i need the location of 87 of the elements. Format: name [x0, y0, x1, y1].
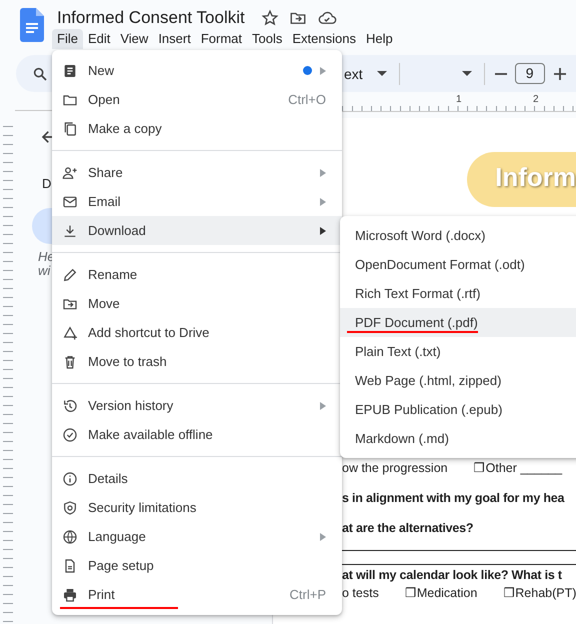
menu-bar-item[interactable]: Extensions	[287, 29, 361, 49]
download-icon	[62, 222, 78, 238]
menu-item-label: Print	[88, 587, 115, 602]
menu-item[interactable]: Print Ctrl+P	[52, 580, 342, 609]
menu-item-label: Version history	[88, 398, 174, 413]
menu-bar-item[interactable]: View	[115, 29, 154, 49]
menu-item[interactable]: Move	[52, 289, 342, 318]
menu-item-label: Make a copy	[88, 121, 162, 136]
star-icon[interactable]	[260, 9, 279, 27]
shortcut-text: Ctrl+O	[288, 92, 326, 107]
menu-item[interactable]: Add shortcut to Drive	[52, 318, 342, 347]
menu-item-label: Rename	[88, 267, 138, 282]
copy-icon	[62, 120, 78, 136]
menu-bar-item[interactable]: File	[52, 29, 83, 49]
menu-item[interactable]: New	[52, 56, 342, 85]
menu-item-label: Page setup	[88, 558, 154, 573]
menu-item[interactable]: Microsoft Word (.docx)	[340, 221, 576, 250]
menu-item[interactable]: Open Ctrl+O	[52, 85, 342, 114]
menu-bar-item[interactable]: Help	[360, 29, 398, 49]
menu-item[interactable]: Make available offline	[52, 420, 342, 449]
menu-item[interactable]: Page setup	[52, 551, 342, 580]
menu-item[interactable]: Plain Text (.txt)	[340, 337, 576, 366]
document-title[interactable]: Informed Consent Toolkit	[57, 8, 245, 28]
menu-item-label: Make available offline	[88, 427, 213, 442]
menu-item-label: Security limitations	[88, 500, 196, 515]
menu-item[interactable]: Rich Text Format (.rtf)	[340, 279, 576, 308]
menu-item[interactable]: Markdown (.md)	[340, 424, 576, 453]
question-text: s in alignment with my goal for my hea	[342, 490, 566, 507]
ruler-number: 2	[533, 94, 539, 105]
menu-item-label: Move to trash	[88, 354, 167, 369]
outline-hint-text: wi	[38, 264, 50, 278]
envelope-icon	[62, 194, 78, 210]
document-icon	[62, 62, 78, 78]
menu-item[interactable]: Web Page (.html, zipped)	[340, 366, 576, 395]
menu-item-label: New	[88, 63, 114, 78]
add-person-icon	[62, 164, 78, 180]
menu-item-label: Open	[88, 92, 120, 107]
style-dropdown[interactable]: ext	[344, 66, 363, 82]
menu-item-label: Download	[88, 223, 146, 238]
menu-item[interactable]: Security limitations	[52, 493, 342, 522]
menu-bar-item[interactable]: Insert	[153, 29, 196, 49]
check-circle-icon	[62, 426, 78, 442]
pencil-icon	[62, 266, 78, 282]
menu-item-label: Share	[88, 165, 123, 180]
menu-item[interactable]: Rename	[52, 260, 342, 289]
info-icon	[62, 470, 78, 486]
menu-item[interactable]: PDF Document (.pdf)	[340, 308, 576, 337]
menu-item[interactable]: Make a copy	[52, 114, 342, 143]
docs-logo-icon[interactable]	[20, 8, 44, 42]
print-icon	[62, 586, 78, 602]
title-banner: Inform	[467, 152, 576, 207]
cloud-check-icon[interactable]	[316, 9, 337, 27]
menu-item[interactable]: EPUB Publication (.epub)	[340, 395, 576, 424]
search-icon[interactable]	[32, 66, 48, 82]
menu-item-label: Add shortcut to Drive	[88, 325, 210, 340]
menu-item-label: Move	[88, 296, 120, 311]
triangle-plus-icon	[62, 324, 78, 340]
menu-item[interactable]: Share	[52, 158, 342, 187]
menu-item-label: Email	[88, 194, 121, 209]
option-text: ow the progression	[342, 460, 448, 477]
menu-item[interactable]: OpenDocument Format (.odt)	[340, 250, 576, 279]
history-icon	[62, 398, 78, 414]
option-text: ❒Medication	[404, 585, 478, 602]
menu-item[interactable]: Download	[52, 216, 342, 245]
menu-bar-item[interactable]: Format	[196, 29, 247, 49]
shortcut-text: Ctrl+P	[290, 587, 326, 602]
menu-item[interactable]: Version history	[52, 391, 342, 420]
menu-bar-item[interactable]: Edit	[82, 29, 116, 49]
option-text: o tests	[342, 585, 379, 602]
menu-item-label: Details	[88, 471, 128, 486]
question-text: at are the alternatives?	[342, 520, 474, 537]
menu-item-label: Language	[88, 529, 146, 544]
menu-item[interactable]: Language	[52, 522, 342, 551]
caret-icon[interactable]	[462, 70, 472, 76]
menu-item[interactable]: Email	[52, 187, 342, 216]
menu-bar-item[interactable]: Tools	[247, 29, 288, 49]
ruler-number: 1	[456, 94, 462, 105]
plus-icon[interactable]	[554, 68, 566, 80]
font-size-field[interactable]: 9	[514, 63, 545, 84]
option-text: ❒Rehab(PT)	[503, 585, 576, 602]
question-text: at will my calendar look like? What is t	[342, 567, 563, 584]
caret-icon[interactable]	[376, 70, 387, 76]
menu-item[interactable]: Details	[52, 464, 342, 493]
globe-icon	[62, 528, 78, 544]
option-text: ❒Other ______	[474, 460, 562, 477]
menu-item[interactable]: Move to trash	[52, 347, 342, 376]
outline-heading: D	[42, 176, 52, 191]
